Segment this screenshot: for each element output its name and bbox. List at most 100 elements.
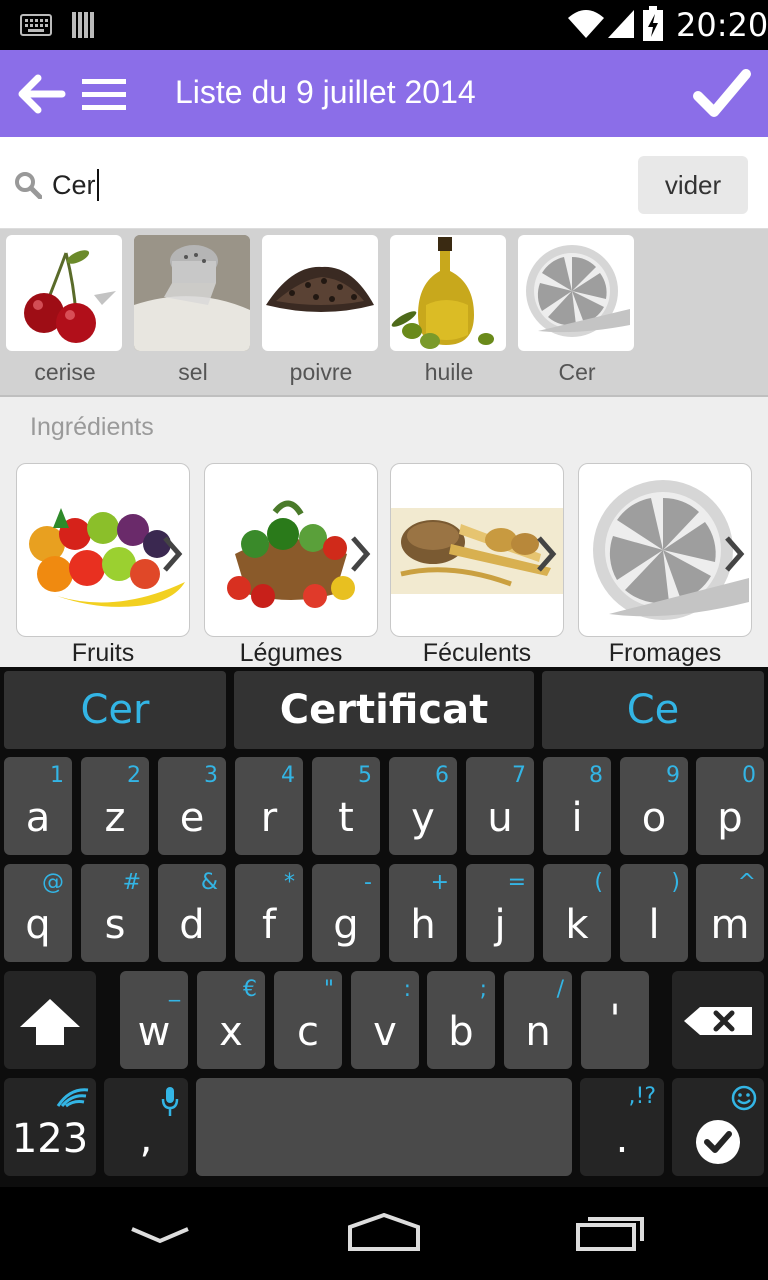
clock: 20:20 xyxy=(676,6,768,44)
category-legumes[interactable]: Légumes xyxy=(204,463,378,667)
key-q[interactable]: @ q xyxy=(4,864,72,962)
category-label: Légumes xyxy=(239,639,343,667)
chevron-right-icon xyxy=(351,536,371,572)
wifi-icon xyxy=(568,10,604,38)
key-o[interactable]: 9o xyxy=(620,757,688,855)
numbers-key[interactable]: 123 xyxy=(4,1078,96,1176)
key-g[interactable]: -g xyxy=(312,864,380,962)
checkmark-icon[interactable] xyxy=(692,68,752,120)
shift-arrow-icon xyxy=(20,999,80,1045)
key-e[interactable]: 3e xyxy=(158,757,226,855)
key-t[interactable]: 5t xyxy=(312,757,380,855)
suggestion-label: Cer xyxy=(558,359,596,385)
suggestion-label: cerise xyxy=(34,359,96,385)
starches-image xyxy=(390,463,564,637)
period-key[interactable]: ,!? . xyxy=(580,1078,664,1176)
key-r[interactable]: 4r xyxy=(235,757,303,855)
shift-key[interactable] xyxy=(4,971,96,1069)
action-bar: Liste du 9 juillet 2014 xyxy=(0,50,768,137)
status-bar: 20:20 xyxy=(0,0,768,50)
backspace-key[interactable] xyxy=(672,971,764,1069)
key-z[interactable]: 2z xyxy=(81,757,149,855)
suggestion-item-huile[interactable]: huile xyxy=(390,235,508,386)
enter-key[interactable] xyxy=(672,1078,764,1176)
vegetables-image xyxy=(204,463,378,637)
category-label: Fruits xyxy=(71,639,135,667)
category-feculents[interactable]: Féculents xyxy=(390,463,564,667)
key-k[interactable]: (k xyxy=(543,864,611,962)
key-d[interactable]: & d xyxy=(158,864,226,962)
ingredients-section: Ingrédients Fruits Légumes Féculents Fro… xyxy=(0,397,768,667)
salt-image xyxy=(134,235,250,351)
soft-keyboard: Cer Certificat Ce 1a 2z 3e 4r 5t 6y 7u 8… xyxy=(0,667,768,1187)
search-bar: Cer vider xyxy=(0,137,768,229)
fruits-image xyxy=(16,463,190,637)
search-input[interactable]: Cer xyxy=(52,165,612,205)
category-label: Féculents xyxy=(422,639,532,667)
key-l[interactable]: ) l xyxy=(620,864,688,962)
key-m[interactable]: ^ m xyxy=(696,864,764,962)
recents-icon[interactable] xyxy=(574,1213,646,1253)
pepper-image xyxy=(262,235,378,351)
search-input-value: Cer xyxy=(52,169,96,200)
done-check-icon xyxy=(696,1120,740,1164)
suggestion-label: sel xyxy=(178,359,208,385)
key-s[interactable]: # s xyxy=(81,864,149,962)
key-y[interactable]: 6y xyxy=(389,757,457,855)
category-label: Fromages xyxy=(608,639,722,667)
placeholder-lemon-image xyxy=(518,235,634,351)
chevron-right-icon xyxy=(163,536,183,572)
key-x[interactable]: € x xyxy=(197,971,265,1069)
back-arrow-icon[interactable] xyxy=(16,74,66,114)
key-apostrophe[interactable]: ' xyxy=(581,971,649,1069)
suggestion-item-sel[interactable]: sel xyxy=(134,235,252,386)
battery-charging-icon xyxy=(643,6,663,41)
category-fromages[interactable]: Fromages xyxy=(578,463,752,667)
prediction-center[interactable]: Certificat xyxy=(234,671,534,749)
keyboard-icon xyxy=(20,14,52,36)
search-icon xyxy=(15,172,42,199)
chevron-right-icon xyxy=(537,536,557,572)
suggestion-label: poivre xyxy=(289,359,353,385)
suggestion-item-cerise[interactable]: cerise xyxy=(6,235,124,386)
key-b[interactable]: ; b xyxy=(427,971,495,1069)
microphone-icon xyxy=(161,1087,179,1116)
navigation-bar xyxy=(0,1187,768,1280)
prediction-right[interactable]: Ce xyxy=(542,671,764,749)
sim-icon xyxy=(72,12,94,38)
suggestions-row: cerise sel poivre huile Cer xyxy=(0,229,768,397)
key-j[interactable]: = j xyxy=(466,864,534,962)
chevron-right-icon xyxy=(725,536,745,572)
menu-icon[interactable] xyxy=(82,78,126,112)
key-f[interactable]: * f xyxy=(235,864,303,962)
category-fruits[interactable]: Fruits xyxy=(16,463,190,667)
key-i[interactable]: 8i xyxy=(543,757,611,855)
swype-logo-icon xyxy=(56,1088,89,1108)
signal-icon xyxy=(608,10,634,38)
prediction-left[interactable]: Cer xyxy=(4,671,226,749)
key-u[interactable]: 7u xyxy=(466,757,534,855)
space-key[interactable] xyxy=(196,1078,572,1176)
key-c[interactable]: " c xyxy=(274,971,342,1069)
clear-button[interactable]: vider xyxy=(638,156,748,214)
placeholder-lemon-image xyxy=(578,463,752,637)
key-a[interactable]: 1a xyxy=(4,757,72,855)
comma-key[interactable]: , xyxy=(104,1078,188,1176)
key-p[interactable]: 0p xyxy=(696,757,764,855)
oil-image xyxy=(390,235,506,351)
text-caret xyxy=(96,169,99,201)
page-title: Liste du 9 juillet 2014 xyxy=(175,74,476,110)
section-title: Ingrédients xyxy=(30,413,154,441)
key-h[interactable]: + h xyxy=(389,864,457,962)
emoji-icon xyxy=(731,1085,757,1111)
suggestion-item-cer[interactable]: Cer xyxy=(518,235,636,386)
back-chevron-icon[interactable] xyxy=(128,1213,192,1253)
key-n[interactable]: / n xyxy=(504,971,572,1069)
suggestion-label: huile xyxy=(424,359,474,385)
home-icon[interactable] xyxy=(346,1213,422,1253)
suggestion-item-poivre[interactable]: poivre xyxy=(262,235,380,386)
key-w[interactable]: _ w xyxy=(120,971,188,1069)
key-v[interactable]: :v xyxy=(351,971,419,1069)
cherry-image xyxy=(6,235,122,351)
backspace-icon xyxy=(684,1007,752,1035)
